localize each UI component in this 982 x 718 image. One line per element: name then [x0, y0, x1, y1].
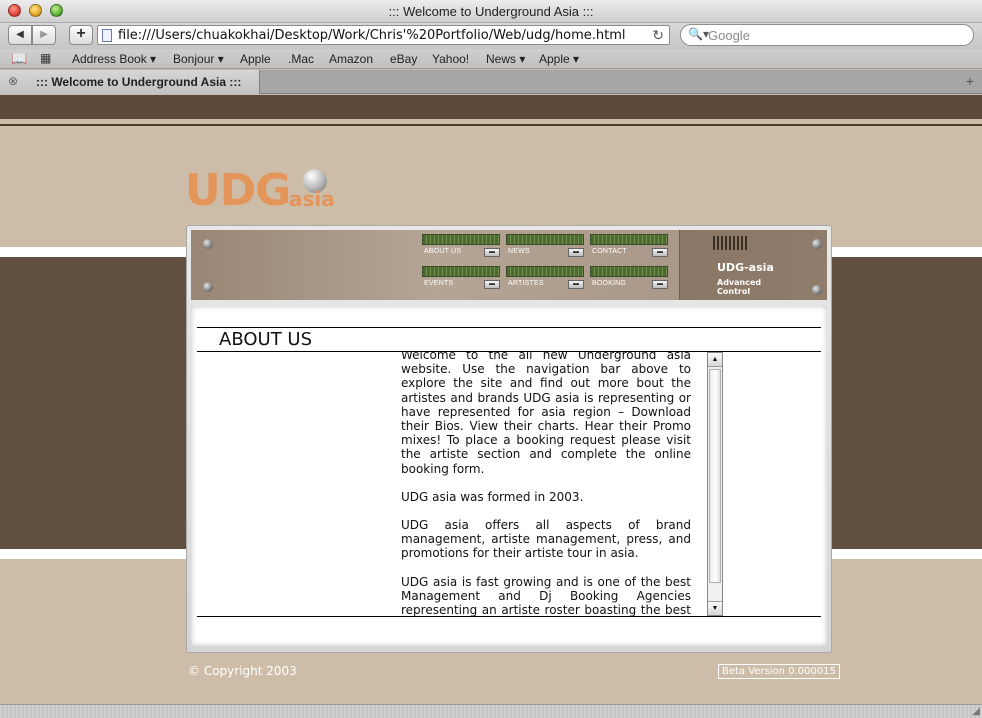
panel-brand: UDG-asia	[717, 261, 774, 274]
bookmark-apple-menu[interactable]: Apple ▾	[539, 52, 579, 66]
page-icon	[102, 29, 112, 42]
bookmark-bonjour[interactable]: Bonjour ▾	[173, 52, 224, 66]
reload-icon[interactable]: ↻	[652, 27, 664, 44]
scroll-down-icon[interactable]: ▼	[708, 601, 722, 615]
led-display	[590, 234, 668, 245]
logo-wordmark: UDG	[185, 165, 291, 216]
copyright: © Copyright 2003	[188, 664, 297, 678]
search-icon[interactable]: 🔍▾	[688, 27, 709, 41]
bookmarks-bar: 📖 ▦ Address Book ▾ Bonjour ▾ Apple .Mac …	[0, 49, 982, 69]
content-area: ABOUT US Welcome to the all new Undergro…	[191, 306, 827, 646]
nav-contact[interactable]: CONTACT ▬	[590, 234, 668, 260]
brand-sub-line-2: Control	[717, 287, 751, 296]
status-bar: ◢	[0, 704, 982, 718]
led-display	[506, 234, 584, 245]
nav-label: ABOUT US	[424, 248, 462, 255]
bookmark-amazon[interactable]: Amazon	[329, 52, 373, 66]
top-rule	[0, 124, 982, 126]
divider	[197, 327, 821, 328]
web-page: UDG asia ABOUT US ▬ NEWS ▬ CONTACT ▬ EVE…	[0, 95, 982, 704]
main-panel: ABOUT US ▬ NEWS ▬ CONTACT ▬ EVENTS ▬ ART…	[186, 225, 832, 653]
bookmark-yahoo[interactable]: Yahoo!	[432, 52, 469, 66]
nav-artistes[interactable]: ARTISTES ▬	[506, 266, 584, 292]
window-titlebar: ::: Welcome to Underground Asia :::	[0, 0, 982, 23]
dropdown-icon[interactable]: ▬	[652, 248, 668, 257]
divider	[197, 616, 821, 617]
forward-button[interactable]: ▶	[32, 25, 56, 45]
back-button[interactable]: ◀	[8, 25, 32, 45]
nav-strip: ABOUT US ▬ NEWS ▬ CONTACT ▬ EVENTS ▬ ART…	[191, 230, 827, 300]
new-tab-icon[interactable]: +	[966, 73, 974, 89]
book-icon[interactable]: 📖	[11, 51, 27, 67]
article-scrollbar[interactable]: ▲ ▼	[707, 352, 723, 616]
nav-label: NEWS	[508, 248, 530, 255]
resize-grip-icon[interactable]: ◢	[972, 706, 980, 717]
browser-toolbar: ◀ ▶ + file:///Users/chuakokhai/Desktop/W…	[0, 23, 982, 49]
brand-sub-line-1: Advanced	[717, 278, 762, 287]
top-band	[0, 95, 982, 119]
paragraph: UDG asia offers all aspects of brand man…	[401, 518, 691, 561]
bookmark-apple[interactable]: Apple	[240, 52, 271, 66]
dropdown-icon[interactable]: ▬	[652, 280, 668, 289]
paragraph: Welcome to the all new Underground asia …	[401, 352, 691, 476]
nav-label: ARTISTES	[508, 280, 544, 287]
nav-label: BOOKING	[592, 280, 627, 287]
bookmark-mac[interactable]: .Mac	[288, 52, 314, 66]
led-display	[590, 266, 668, 277]
udg-logo[interactable]: UDG asia	[185, 165, 335, 216]
search-placeholder: Google	[708, 28, 750, 43]
screw-icon	[203, 239, 213, 249]
grid-icon[interactable]: ▦	[40, 51, 51, 65]
screw-icon	[812, 239, 822, 249]
section-title: ABOUT US	[219, 329, 313, 350]
tab-title: ::: Welcome to Underground Asia :::	[36, 75, 242, 89]
dropdown-icon[interactable]: ▬	[568, 280, 584, 289]
tab-home[interactable]: ⊗ ::: Welcome to Underground Asia :::	[0, 70, 260, 94]
scroll-up-icon[interactable]: ▲	[708, 353, 722, 367]
nav-label: CONTACT	[592, 248, 627, 255]
dropdown-icon[interactable]: ▬	[484, 280, 500, 289]
article-text[interactable]: Welcome to the all new Underground asia …	[401, 352, 691, 616]
url-text[interactable]: file:///Users/chuakokhai/Desktop/Work/Ch…	[118, 28, 626, 43]
nav-events[interactable]: EVENTS ▬	[422, 266, 500, 292]
address-bar[interactable]: file:///Users/chuakokhai/Desktop/Work/Ch…	[97, 25, 670, 45]
tab-bar: ⊗ ::: Welcome to Underground Asia ::: +	[0, 70, 982, 94]
beta-version-badge: Beta Version 0.000015	[718, 664, 840, 679]
search-input[interactable]: 🔍▾ Google	[680, 24, 974, 46]
dropdown-icon[interactable]: ▬	[484, 248, 500, 257]
led-display	[422, 266, 500, 277]
led-display	[506, 266, 584, 277]
screw-icon	[203, 282, 213, 292]
panel-brand-sub: Advanced Control	[717, 278, 761, 296]
bookmark-news[interactable]: News ▾	[486, 52, 525, 66]
nav-news[interactable]: NEWS ▬	[506, 234, 584, 260]
close-tab-icon[interactable]: ⊗	[8, 74, 18, 88]
logo-sub: asia	[289, 187, 335, 211]
nav-label: EVENTS	[424, 280, 454, 287]
bookmark-ebay[interactable]: eBay	[390, 52, 417, 66]
nav-booking[interactable]: BOOKING ▬	[590, 266, 668, 292]
dropdown-icon[interactable]: ▬	[568, 248, 584, 257]
screw-icon	[812, 285, 822, 295]
paragraph: UDG asia is fast growing and is one of t…	[401, 574, 691, 616]
nav-about-us[interactable]: ABOUT US ▬	[422, 234, 500, 260]
paragraph: UDG asia was formed in 2003.	[401, 489, 584, 504]
window-title: ::: Welcome to Underground Asia :::	[388, 4, 594, 19]
led-display	[422, 234, 500, 245]
scroll-thumb[interactable]	[709, 369, 721, 583]
speaker-grill	[713, 236, 749, 250]
add-bookmark-button[interactable]: +	[69, 25, 93, 45]
bookmark-address-book[interactable]: Address Book ▾	[72, 52, 156, 66]
